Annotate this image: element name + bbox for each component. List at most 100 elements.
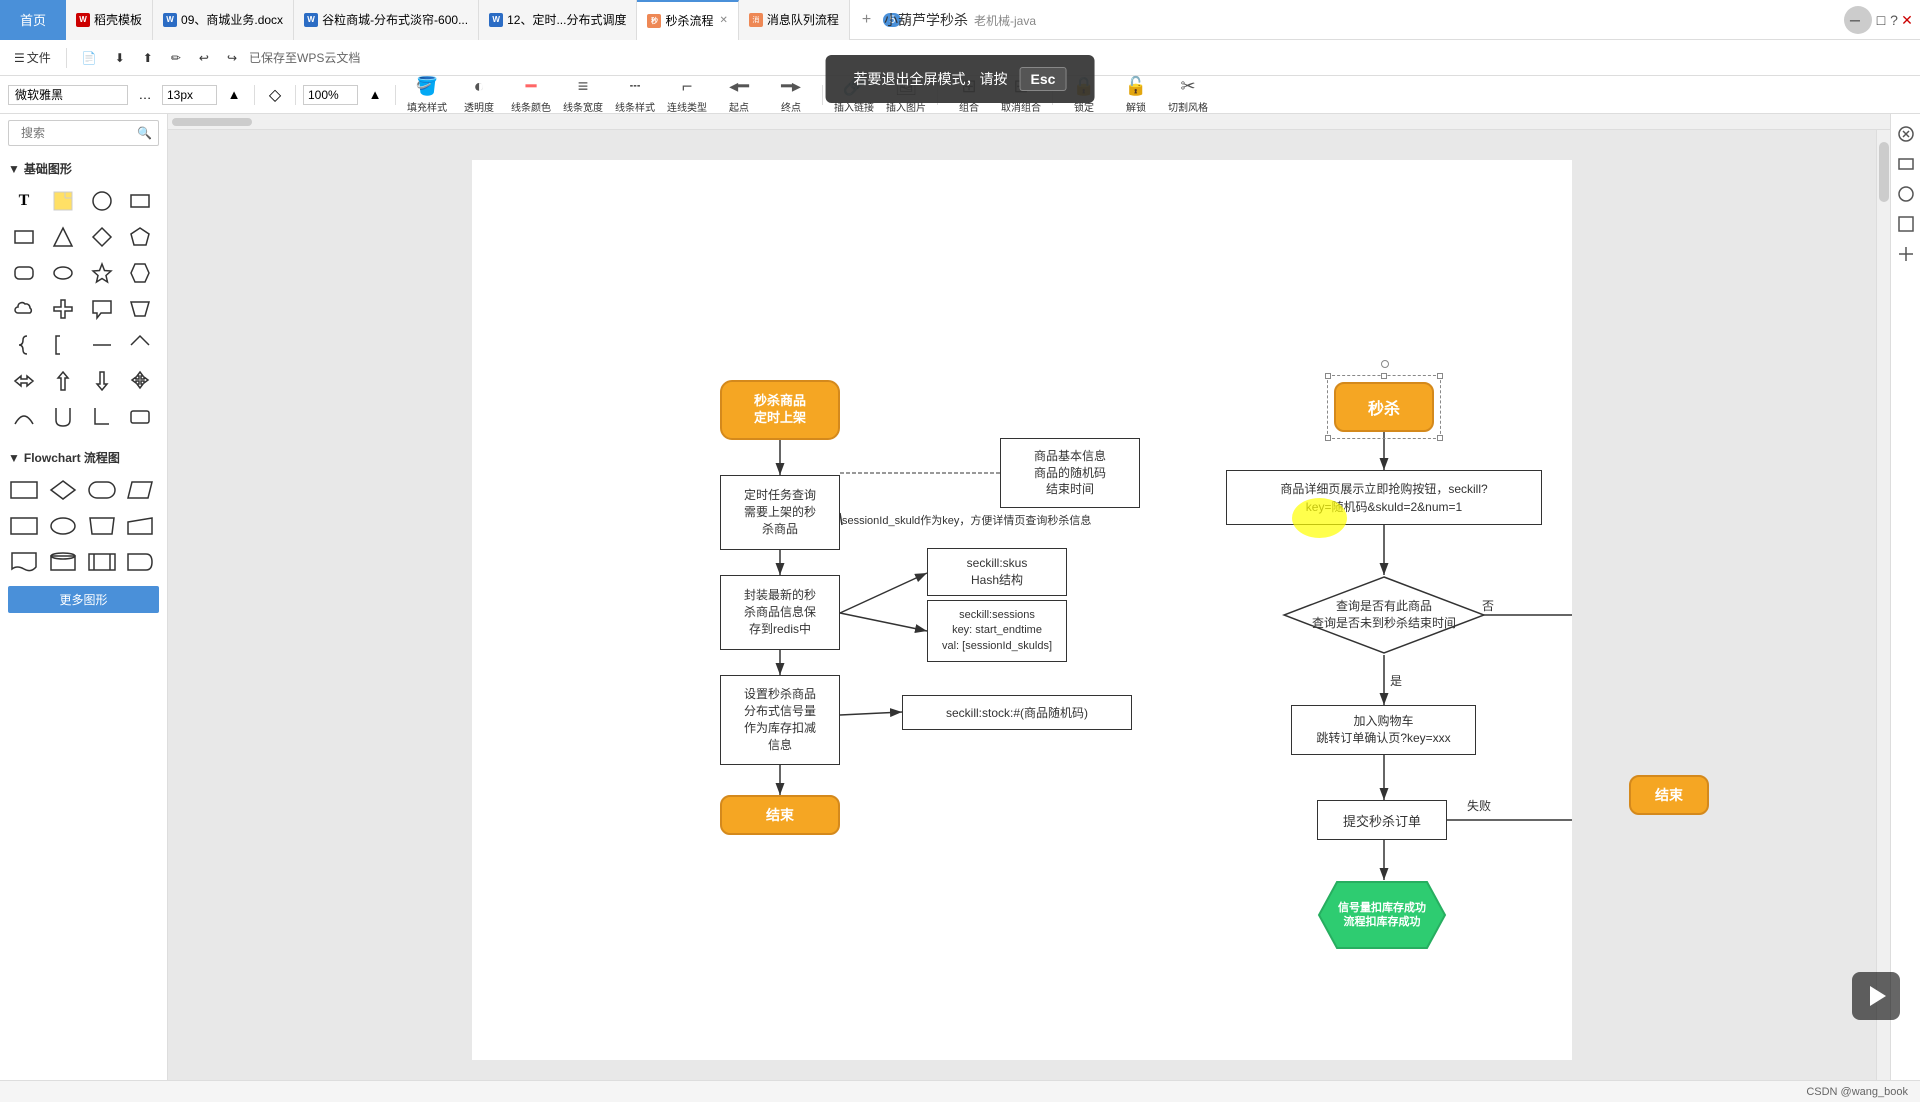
opacity-btn[interactable]: ◐ 透明度 [455, 78, 503, 112]
panel-btn-3[interactable] [1894, 182, 1918, 206]
font-options-btn[interactable]: … [132, 82, 158, 108]
shape-rect2[interactable] [8, 221, 40, 253]
shape-diamond[interactable] [86, 221, 118, 253]
node-end-right[interactable]: 结束 [1629, 775, 1709, 815]
shape-cross[interactable] [47, 293, 79, 325]
tab-wps[interactable]: W 稻壳模板 [66, 0, 153, 40]
zoom-input[interactable] [303, 85, 358, 105]
panel-btn-1[interactable] [1894, 122, 1918, 146]
pencil-btn[interactable]: ✏ [165, 49, 187, 67]
shape-hexagon[interactable] [124, 257, 156, 289]
start-point-btn[interactable]: ◂━ 起点 [715, 78, 763, 112]
node-basic-info[interactable]: 商品基本信息商品的随机码结束时间 [1000, 438, 1140, 508]
shape-text[interactable]: T [8, 185, 40, 217]
node-set-signal[interactable]: 设置秒杀商品分布式信号量作为库存扣减信息 [720, 675, 840, 765]
shape-rect[interactable] [124, 185, 156, 217]
file-menu-btn[interactable]: ☰ 文件 [8, 47, 57, 68]
shape-cloud[interactable] [8, 293, 40, 325]
node-package-redis[interactable]: 封装最新的秒杀商品信息保存到redis中 [720, 575, 840, 650]
fill-style-btn[interactable]: 🪣 填充样式 [403, 78, 451, 112]
tab-12[interactable]: W 12、定时...分布式调度 [479, 0, 637, 40]
basic-shapes-title[interactable]: ▼ 基础图形 [8, 156, 159, 181]
flowchart-title[interactable]: ▼ Flowchart 流程图 [8, 445, 159, 470]
shape-triangle[interactable] [47, 221, 79, 253]
rotation-handle[interactable] [1381, 360, 1389, 368]
shape-trapezoid[interactable] [124, 293, 156, 325]
canvas-page[interactable]: 是 否 失败 [472, 160, 1572, 1060]
vertical-scrollbar[interactable] [1876, 130, 1890, 1080]
panel-btn-5[interactable] [1894, 242, 1918, 266]
node-product-detail[interactable]: 商品详细页展示立即抢购按钮，seckill?key=随机码&skuld=2&nu… [1226, 470, 1542, 525]
more-shapes-btn[interactable]: 更多图形 [8, 586, 159, 613]
flow-parallelogram[interactable] [124, 474, 156, 506]
node-seckill-sessions[interactable]: seckill:sessionskey: start_endtimeval: [… [927, 600, 1067, 662]
upload-btn[interactable]: ⬆ [137, 49, 159, 67]
node-signal-stock[interactable]: 信号量扣库存成功流程扣库存成功 [1317, 880, 1447, 950]
home-tab[interactable]: 首页 [0, 0, 66, 40]
shape-arrow-down[interactable] [86, 365, 118, 397]
shape-brace-left[interactable] [8, 329, 40, 361]
shape-rounded[interactable] [8, 257, 40, 289]
shape-l-shape[interactable] [86, 401, 118, 433]
node-add-cart[interactable]: 加入购物车跳转订单确认页?key=xxx [1291, 705, 1476, 755]
node-submit-order[interactable]: 提交秒杀订单 [1317, 800, 1447, 840]
panel-btn-4[interactable] [1894, 212, 1918, 236]
font-size-input[interactable] [162, 85, 217, 105]
unlock-btn[interactable]: 🔓 解锁 [1112, 78, 1160, 112]
node-end-left[interactable]: 结束 [720, 795, 840, 835]
node-seckill-main[interactable]: 秒杀 [1334, 382, 1434, 432]
redo-btn[interactable]: ↪ [221, 49, 243, 67]
flow-diamond[interactable] [47, 474, 79, 506]
flow-predefined[interactable] [86, 546, 118, 578]
tab-doc1[interactable]: W 09、商城业务.docx [153, 0, 294, 40]
horizontal-scrollbar-top[interactable] [168, 114, 1890, 130]
zoom-up-btn[interactable]: ▲ [362, 82, 388, 108]
bold-format-btn[interactable]: ◇ [262, 82, 288, 108]
line-width-btn[interactable]: ≡ 线条宽度 [559, 78, 607, 112]
shape-speech[interactable] [86, 293, 118, 325]
font-select[interactable] [8, 85, 128, 105]
shape-line[interactable] [86, 329, 118, 361]
flow-doc[interactable] [8, 546, 40, 578]
shape-bracket[interactable] [47, 329, 79, 361]
flow-oval[interactable] [47, 510, 79, 542]
modal-esc-key[interactable]: Esc [1020, 67, 1067, 91]
tab-seckill[interactable]: 秒 秒杀流程 ✕ [637, 0, 738, 40]
maximize-btn[interactable]: □ [1868, 7, 1894, 33]
line-style-btn[interactable]: ┄ 线条样式 [611, 78, 659, 112]
shape-arrow-up[interactable] [47, 365, 79, 397]
node-task-query[interactable]: 定时任务查询需要上架的秒杀商品 [720, 475, 840, 550]
line-color-btn[interactable]: ━ 线条颜色 [507, 78, 555, 112]
canvas-area[interactable]: 是 否 失败 [168, 114, 1890, 1080]
flow-rounded[interactable] [86, 474, 118, 506]
new-btn[interactable]: 📄 [76, 49, 103, 67]
search-input[interactable] [15, 123, 137, 143]
shape-circle[interactable] [86, 185, 118, 217]
tab-queue[interactable]: 消 消息队列流程 [739, 0, 850, 40]
panel-btn-2[interactable] [1894, 152, 1918, 176]
shape-extra[interactable] [124, 401, 156, 433]
shape-angle[interactable] [124, 329, 156, 361]
cut-style-btn[interactable]: ✂ 切割风格 [1164, 78, 1212, 112]
end-point-btn[interactable]: ━▸ 终点 [767, 78, 815, 112]
download-btn[interactable]: ⬇ [109, 49, 131, 67]
shape-pentagon[interactable] [124, 221, 156, 253]
undo-btn[interactable]: ↩ [193, 49, 215, 67]
shape-oval[interactable] [47, 257, 79, 289]
flow-rect2[interactable] [8, 510, 40, 542]
node-seckill-skus[interactable]: seckill:skusHash结构 [927, 548, 1067, 596]
tab-add-btn[interactable]: + [850, 11, 883, 29]
minimize-btn[interactable]: ─ [1842, 7, 1868, 33]
node-query-check[interactable]: 查询是否有此商品查询是否未到秒杀结束时间 [1282, 575, 1486, 655]
shape-u-shape[interactable] [47, 401, 79, 433]
tab-close-seckill[interactable]: ✕ [719, 15, 727, 26]
connector-type-btn[interactable]: ⌐ 连线类型 [663, 78, 711, 112]
shape-arrow-4way[interactable] [124, 365, 156, 397]
shape-arrow-left-right[interactable] [8, 365, 40, 397]
flow-trapezoid[interactable] [86, 510, 118, 542]
node-seckill-product[interactable]: 秒杀商品定时上架 [720, 380, 840, 440]
font-size-up-btn[interactable]: ▲ [221, 82, 247, 108]
node-seckill-stock[interactable]: seckill:stock:#(商品随机码) [902, 695, 1132, 730]
close-btn[interactable]: ✕ [1894, 7, 1920, 33]
video-fab[interactable] [1852, 972, 1900, 1020]
